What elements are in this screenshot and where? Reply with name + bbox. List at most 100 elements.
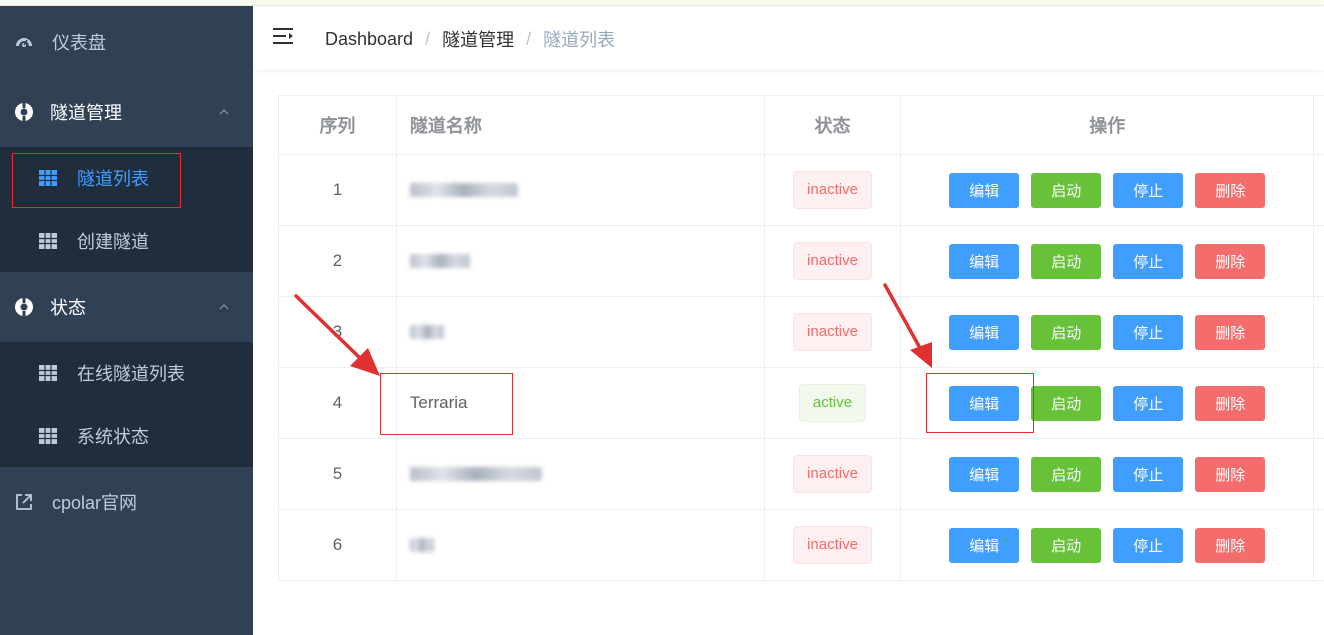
table-header-row: 序列 隧道名称 状态 操作 — [279, 96, 1324, 155]
table-row: 5 inactive 编辑 启动 停止 删除 — [279, 439, 1324, 510]
column-header-index: 序列 — [279, 96, 397, 154]
table-row: 6 inactive 编辑 启动 停止 删除 — [279, 510, 1324, 581]
tunnel-name-cell: Terraria — [397, 368, 765, 438]
row-index: 1 — [279, 155, 397, 225]
sidebar-item-system-status[interactable]: 系统状态 — [0, 419, 253, 453]
delete-button[interactable]: 删除 — [1195, 385, 1266, 421]
delete-button[interactable]: 删除 — [1195, 172, 1266, 208]
sidebar-item-label: 仪表盘 — [52, 33, 106, 53]
status-badge: inactive — [793, 526, 872, 564]
lifebuoy-icon — [15, 298, 33, 316]
row-index: 6 — [279, 510, 397, 580]
table-row: 2 inactive 编辑 启动 停止 删除 — [279, 226, 1324, 297]
start-button[interactable]: 启动 — [1031, 527, 1102, 563]
breadcrumb-tunnel-list: 隧道列表 — [543, 30, 616, 50]
edit-button[interactable]: 编辑 — [949, 243, 1020, 279]
stop-button[interactable]: 停止 — [1113, 243, 1184, 279]
sidebar-item-tunnel-management[interactable]: 隧道管理 — [0, 94, 253, 130]
status-cell: inactive — [765, 155, 902, 225]
external-link-icon — [16, 494, 32, 510]
column-filler — [1314, 297, 1324, 367]
lifebuoy-icon — [15, 103, 33, 121]
delete-button[interactable]: 删除 — [1195, 243, 1266, 279]
sidebar: 仪表盘 隧道管理 隧道列表 创建隧道 状态 在线隧道列表 系统状态 cpolar… — [0, 6, 253, 635]
row-index: 4 — [279, 368, 397, 438]
start-button[interactable]: 启动 — [1031, 243, 1102, 279]
breadcrumb-dashboard[interactable]: Dashboard — [325, 29, 413, 50]
table-row: 1 inactive 编辑 启动 停止 删除 — [279, 155, 1324, 226]
chevron-up-icon — [219, 109, 229, 115]
delete-button[interactable]: 删除 — [1195, 456, 1266, 492]
sidebar-item-label: cpolar官网 — [52, 493, 138, 513]
sidebar-item-online-tunnels[interactable]: 在线隧道列表 — [0, 356, 253, 390]
edit-button[interactable]: 编辑 — [949, 456, 1020, 492]
stop-button[interactable]: 停止 — [1113, 456, 1184, 492]
sidebar-item-label: 隧道列表 — [77, 169, 149, 189]
sidebar-item-cpolar-site[interactable]: cpolar官网 — [0, 484, 253, 520]
tunnel-table: 序列 隧道名称 状态 操作 1 inactive 编辑 启动 停止 删除 2 i… — [278, 95, 1324, 581]
sidebar-item-status[interactable]: 状态 — [0, 289, 253, 325]
stop-button[interactable]: 停止 — [1113, 314, 1184, 350]
row-index: 3 — [279, 297, 397, 367]
column-filler — [1314, 226, 1324, 296]
sidebar-item-label: 状态 — [50, 298, 86, 318]
sidebar-item-label: 创建隧道 — [77, 232, 149, 252]
actions-cell: 编辑 启动 停止 删除 — [901, 155, 1315, 225]
stop-button[interactable]: 停止 — [1113, 172, 1184, 208]
breadcrumb-tunnel-management[interactable]: 隧道管理 — [442, 26, 514, 52]
actions-cell: 编辑 启动 停止 删除 — [901, 510, 1315, 580]
status-cell: inactive — [765, 439, 902, 509]
tunnel-name-cell — [397, 155, 765, 225]
status-submenu: 在线隧道列表 系统状态 — [0, 342, 253, 467]
actions-cell: 编辑 启动 停止 删除 — [901, 439, 1315, 509]
sidebar-item-create-tunnel[interactable]: 创建隧道 — [0, 224, 253, 258]
tunnel-name: Terraria — [409, 393, 468, 412]
sidebar-item-dashboard[interactable]: 仪表盘 — [0, 24, 253, 60]
edit-button[interactable]: 编辑 — [949, 172, 1020, 208]
stop-button[interactable]: 停止 — [1113, 527, 1184, 563]
status-cell: inactive — [765, 297, 902, 367]
tunnel-name-cell — [397, 510, 765, 580]
status-badge: inactive — [793, 242, 872, 280]
delete-button[interactable]: 删除 — [1195, 314, 1266, 350]
actions-cell: 编辑 启动 停止 删除 — [901, 226, 1315, 296]
edit-button[interactable]: 编辑 — [949, 385, 1020, 421]
tunnel-name-cell — [397, 297, 765, 367]
redacted-tunnel-name — [409, 467, 542, 481]
column-header-status: 状态 — [765, 96, 902, 154]
status-cell: inactive — [765, 226, 902, 296]
tunnel-name-cell — [397, 226, 765, 296]
status-badge: active — [798, 384, 867, 422]
table-row: 3 inactive 编辑 启动 停止 删除 — [279, 297, 1324, 368]
edit-button[interactable]: 编辑 — [949, 527, 1020, 563]
start-button[interactable]: 启动 — [1031, 456, 1102, 492]
column-filler — [1314, 155, 1324, 225]
edit-button[interactable]: 编辑 — [949, 314, 1020, 350]
column-filler — [1314, 96, 1324, 154]
status-badge: inactive — [793, 313, 872, 351]
actions-cell: 编辑 启动 停止 删除 — [901, 368, 1315, 438]
table-icon — [39, 428, 57, 444]
table-icon — [39, 365, 57, 381]
start-button[interactable]: 启动 — [1031, 385, 1102, 421]
redacted-tunnel-name — [409, 538, 434, 552]
redacted-tunnel-name — [409, 183, 518, 197]
status-badge: inactive — [793, 171, 872, 209]
dashboard-icon — [16, 38, 32, 47]
hamburger-icon[interactable] — [273, 27, 295, 45]
sidebar-item-tunnel-list[interactable]: 隧道列表 — [0, 161, 253, 195]
column-filler — [1314, 439, 1324, 509]
table-icon — [39, 170, 57, 186]
sidebar-item-label: 隧道管理 — [50, 103, 122, 123]
start-button[interactable]: 启动 — [1031, 314, 1102, 350]
sidebar-item-label: 在线隧道列表 — [77, 364, 185, 384]
start-button[interactable]: 启动 — [1031, 172, 1102, 208]
sidebar-item-label: 系统状态 — [77, 427, 149, 447]
stop-button[interactable]: 停止 — [1113, 385, 1184, 421]
breadcrumb-separator: / — [425, 28, 431, 49]
delete-button[interactable]: 删除 — [1195, 527, 1266, 563]
redacted-tunnel-name — [409, 254, 470, 268]
table-row: 4 Terraria active 编辑 启动 停止 删除 — [279, 368, 1324, 439]
column-header-actions: 操作 — [901, 96, 1315, 154]
row-index: 5 — [279, 439, 397, 509]
